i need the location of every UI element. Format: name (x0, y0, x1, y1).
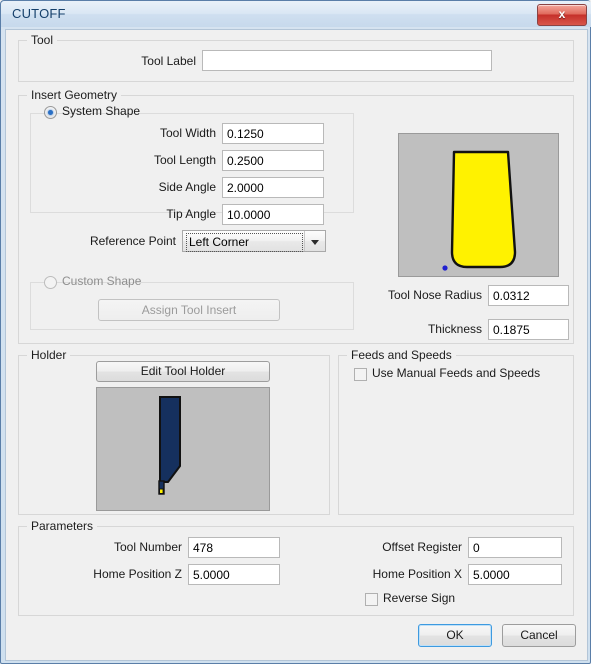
system-shape-radio[interactable] (44, 106, 57, 119)
cancel-button[interactable]: Cancel (502, 624, 576, 647)
home-position-x-input[interactable] (468, 564, 562, 585)
reference-point-dropdown[interactable]: Left Corner (182, 230, 326, 252)
window-title: CUTOFF (12, 6, 66, 21)
holder-drawing (158, 396, 181, 495)
tool-length-label: Tool Length (153, 153, 216, 167)
tool-label-label: Tool Label (141, 54, 196, 68)
side-angle-label: Side Angle (158, 180, 216, 194)
custom-shape-label[interactable]: Custom Shape (62, 274, 141, 288)
offset-register-input[interactable] (468, 537, 562, 558)
tip-angle-input[interactable] (222, 204, 324, 225)
close-icon[interactable]: x (537, 4, 587, 26)
tool-label-input[interactable] (202, 50, 492, 71)
use-manual-feeds-checkbox[interactable] (354, 368, 367, 381)
dialog-client-area: Tool Tool Label Insert Geometry System S… (5, 29, 588, 661)
parameters-legend: Parameters (27, 519, 98, 533)
custom-shape-radio[interactable] (44, 276, 57, 289)
thickness-label: Thickness (427, 322, 482, 336)
edit-tool-holder-button[interactable]: Edit Tool Holder (96, 361, 270, 382)
use-manual-feeds-label[interactable]: Use Manual Feeds and Speeds (372, 366, 540, 380)
home-position-z-label: Home Position Z (93, 567, 182, 581)
tool-width-input[interactable] (222, 123, 324, 144)
offset-register-label: Offset Register (382, 540, 462, 554)
tool-nose-radius-input[interactable] (488, 285, 569, 306)
tool-number-input[interactable] (188, 537, 280, 558)
holder-preview (96, 387, 270, 511)
reference-point-dot (442, 265, 448, 271)
cutoff-dialog-window: CUTOFF x Tool Tool Label Insert Geometry… (0, 0, 591, 664)
reference-point-label: Reference Point (89, 234, 176, 248)
thickness-input[interactable] (488, 319, 569, 340)
insert-geometry-legend: Insert Geometry (27, 88, 122, 102)
chevron-down-icon[interactable] (304, 231, 325, 251)
assign-tool-insert-button[interactable]: Assign Tool Insert (98, 299, 280, 321)
reverse-sign-checkbox[interactable] (365, 593, 378, 606)
system-shape-label[interactable]: System Shape (62, 104, 140, 118)
tool-width-label: Tool Width (159, 126, 216, 140)
insert-shape-preview (398, 133, 559, 277)
home-position-x-label: Home Position X (372, 567, 462, 581)
tool-number-label: Tool Number (113, 540, 182, 554)
title-bar[interactable]: CUTOFF x (1, 1, 591, 27)
reference-point-value: Left Corner (186, 233, 303, 252)
ok-button[interactable]: OK (418, 624, 492, 647)
feeds-and-speeds-legend: Feeds and Speeds (347, 348, 456, 362)
insert-shape-drawing (442, 150, 517, 271)
home-position-z-input[interactable] (188, 564, 280, 585)
holder-group-legend: Holder (27, 348, 71, 362)
tip-angle-label: Tip Angle (166, 207, 216, 221)
reverse-sign-label[interactable]: Reverse Sign (383, 591, 455, 605)
side-angle-input[interactable] (222, 177, 324, 198)
tool-nose-radius-label: Tool Nose Radius (387, 288, 482, 302)
tool-group-legend: Tool (27, 33, 58, 47)
tool-length-input[interactable] (222, 150, 324, 171)
